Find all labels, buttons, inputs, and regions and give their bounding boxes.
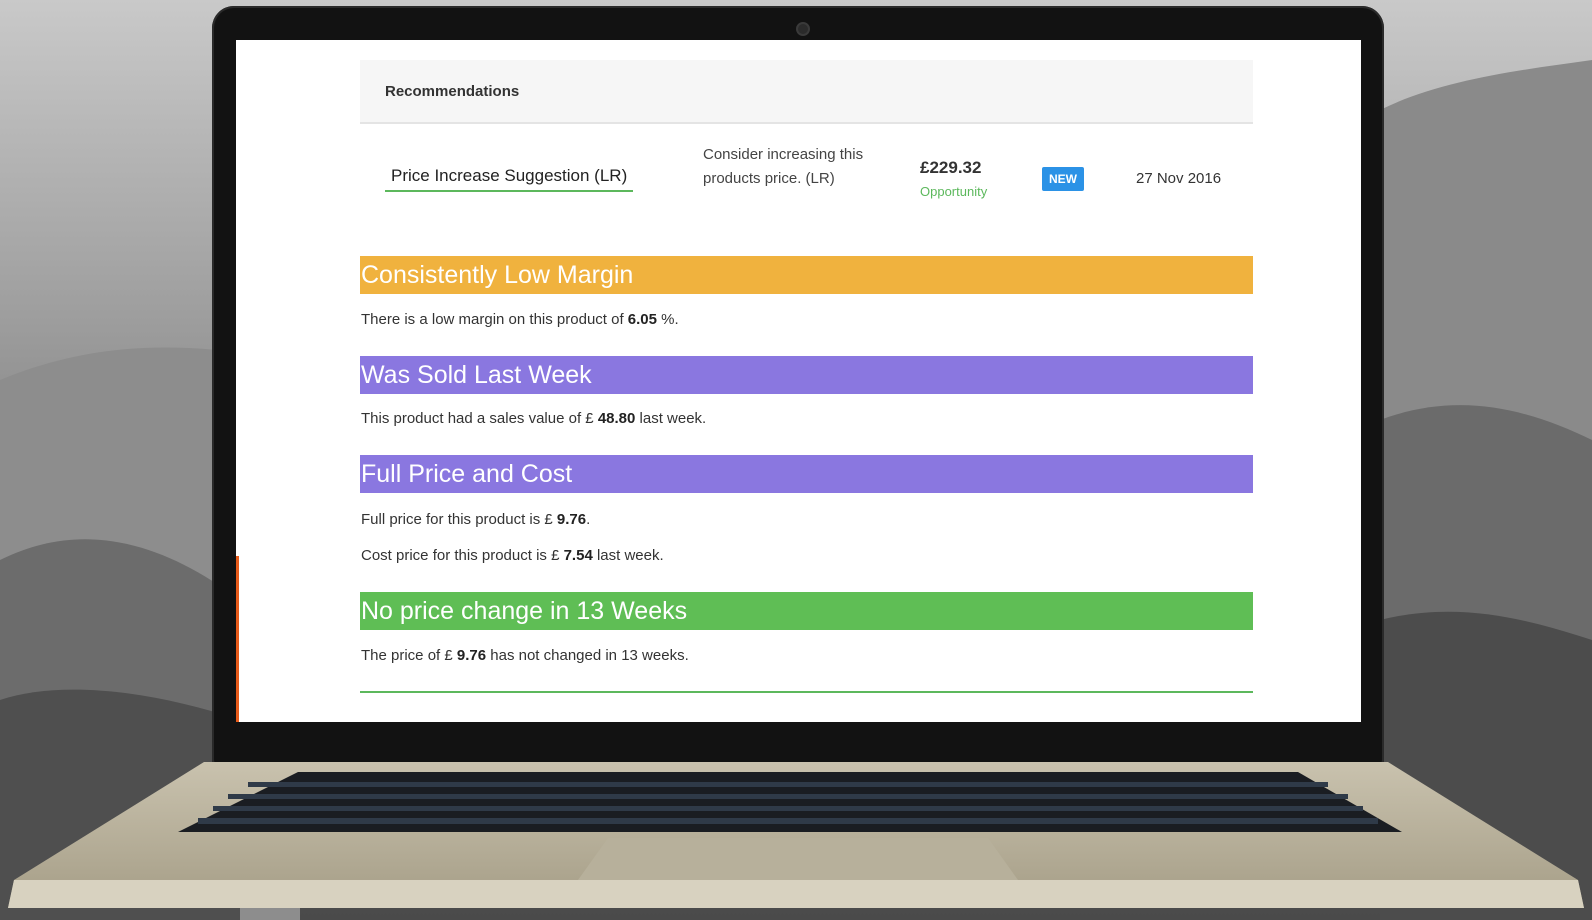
cost-price-text: Cost price for this product is £ 7.54 la… <box>361 547 664 564</box>
sold-last-week-text: This product had a sales value of £ 48.8… <box>361 410 707 427</box>
new-badge: NEW <box>1042 167 1084 191</box>
section-title-no-price-change: No price change in 13 Weeks <box>360 592 1253 630</box>
screen-edge-accent <box>236 556 239 722</box>
recommendations-panel: Recommendations Price Increase Suggestio… <box>360 60 1253 693</box>
recommendations-header: Recommendations <box>360 60 1253 124</box>
opportunity-label: Opportunity <box>920 184 988 199</box>
screen: Recommendations Price Increase Suggestio… <box>236 40 1361 722</box>
section-title-full-price-cost: Full Price and Cost <box>360 455 1253 493</box>
opportunity-value: £229.32 <box>920 158 982 177</box>
recommendation-row: Price Increase Suggestion (LR) Consider … <box>360 124 1253 256</box>
section-title-low-margin: Consistently Low Margin <box>360 256 1253 294</box>
full-price-text: Full price for this product is £ 9.76. <box>361 511 591 528</box>
low-margin-text: There is a low margin on this product of… <box>361 311 679 328</box>
section-title-sold-last-week: Was Sold Last Week <box>360 356 1253 394</box>
price-increase-suggestion-link[interactable]: Price Increase Suggestion (LR) <box>385 166 634 192</box>
laptop-base <box>8 762 1584 908</box>
recommendation-description: Consider increasing this products price.… <box>703 146 864 187</box>
divider <box>360 691 1253 693</box>
no-price-change-text: The price of £ 9.76 has not changed in 1… <box>361 647 689 664</box>
webcam-icon <box>796 22 810 36</box>
recommendation-date: 27 Nov 2016 <box>1136 170 1222 187</box>
